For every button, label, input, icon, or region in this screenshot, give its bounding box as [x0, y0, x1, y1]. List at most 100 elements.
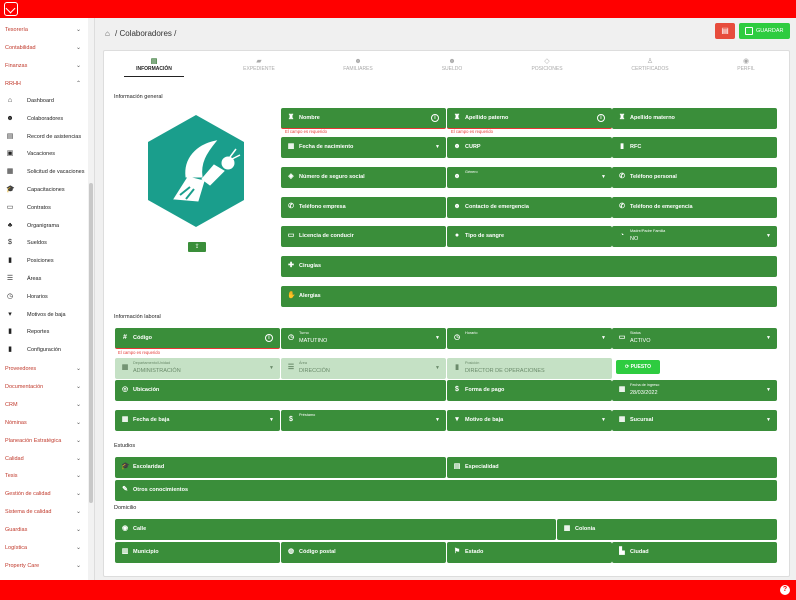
sidebar-item[interactable]: ☰ Áreas	[4, 272, 86, 286]
codigo-postal-field[interactable]: ◍ Código postal	[281, 542, 446, 563]
posicion-field[interactable]: ▮ Posición DIRECTOR DE OPERACIONES	[447, 358, 612, 379]
sidebar-group-bottom[interactable]: Proveedores ⌄	[5, 363, 85, 375]
sidebar-item[interactable]: 🎓 Capacitaciones	[4, 183, 86, 197]
sidebar-group-0[interactable]: Tesorería ⌄	[5, 24, 85, 36]
sidebar-group-bottom[interactable]: Planeación Estratégica ⌄	[5, 435, 85, 447]
upload-photo-button[interactable]: ⇪	[188, 242, 206, 252]
sidebar-item[interactable]: $ Sueldos	[4, 236, 86, 250]
chevron-down-icon: ▼	[766, 335, 771, 341]
madre-padre-select[interactable]: ◔ Madre/Padre Familia NO ▼	[612, 226, 777, 247]
sidebar-item[interactable]: ♣ Organigrama	[4, 219, 86, 233]
sidebar-group-bottom[interactable]: Guardias ⌄	[5, 524, 85, 536]
tab-0[interactable]: ▤ INFORMACIÓN	[124, 57, 184, 77]
curp-field[interactable]: ☻ CURP	[447, 137, 612, 158]
apellido-paterno-field[interactable]: ♜ Apellido paterno i	[447, 108, 612, 129]
field-label: Teléfono empresa	[299, 204, 346, 210]
contacto-emergencia-field[interactable]: ☻ Contacto de emergencia	[447, 197, 612, 218]
sidebar-item-label: Record de asistencias	[27, 133, 82, 140]
breadcrumb[interactable]: / Colaboradores /	[115, 29, 176, 38]
nss-field[interactable]: ◈ Número de seguro social	[281, 167, 446, 188]
section-estudios-title: Estudios	[114, 443, 136, 449]
home-icon[interactable]: ⌂	[105, 29, 110, 38]
motivo-baja-select[interactable]: ▾ Motivo de baja ▼	[447, 410, 612, 431]
sucursal-select[interactable]: ▦ Sucursal ▼	[612, 410, 777, 431]
cirugias-field[interactable]: ✚ Cirugías	[281, 256, 777, 277]
status-select[interactable]: ▭ Status ACTIVO ▼	[612, 328, 777, 349]
puesto-button[interactable]: ⟳ PUESTO	[616, 360, 660, 374]
sidebar-item[interactable]: ◷ Horarios	[4, 290, 86, 304]
app-logo-icon[interactable]	[4, 2, 18, 16]
pdf-button[interactable]: ▤	[715, 23, 735, 39]
sidebar-group-bottom[interactable]: CRM ⌄	[5, 399, 85, 411]
codigo-field[interactable]: # Código i	[115, 328, 280, 349]
tel-emergencia-field[interactable]: ✆ Teléfono de emergencia	[612, 197, 777, 218]
colonia-field[interactable]: ▦ Colonia	[557, 519, 777, 540]
field-label: Calle	[133, 526, 147, 532]
field-icon: ▾	[455, 416, 459, 423]
sidebar-item[interactable]: ▮ Posiciones	[4, 254, 86, 268]
tab-5[interactable]: ♙ CERTIFICADOS	[620, 57, 680, 77]
tab-2[interactable]: ☻ FAMILIARES	[328, 57, 388, 77]
help-icon[interactable]: ?	[780, 585, 790, 595]
sidebar-group-3[interactable]: RRHH ⌃	[5, 78, 85, 90]
sidebar-item[interactable]: ▭ Contratos	[4, 201, 86, 215]
rfc-field[interactable]: ▮ RFC	[612, 137, 777, 158]
sidebar-scroll-thumb[interactable]	[89, 183, 93, 503]
sidebar-item[interactable]: ▮ Configuración	[4, 343, 86, 357]
sidebar-group-bottom[interactable]: Sistema de calidad ⌄	[5, 506, 85, 518]
sidebar-group-bottom[interactable]: Logística ⌄	[5, 542, 85, 554]
sidebar-group-bottom[interactable]: Gestión de calidad ⌄	[5, 488, 85, 500]
fecha-nacimiento-field[interactable]: ▦ Fecha de nacimiento ▼	[281, 137, 446, 158]
sidebar-group-bottom[interactable]: Documentación ⌄	[5, 381, 85, 393]
chevron-up-icon: ⌃	[75, 81, 81, 87]
forma-pago-field[interactable]: $ Forma de pago	[447, 380, 612, 401]
field-icon: ✚	[288, 262, 294, 269]
sidebar-item[interactable]: ▤ Record de asistencias	[4, 130, 86, 144]
ciudad-field[interactable]: ▙ Ciudad	[612, 542, 777, 563]
sidebar-item-icon: ☻	[6, 114, 14, 122]
sidebar-group-bottom[interactable]: Property Care ⌄	[5, 560, 85, 572]
calle-field[interactable]: ◉ Calle	[115, 519, 556, 540]
field-caption: Género	[465, 170, 478, 174]
area-select[interactable]: ☰ Área DIRECCIÓN ▼	[281, 358, 446, 379]
sidebar-item[interactable]: ⌂ Dashboard	[4, 94, 86, 108]
tipo-sangre-field[interactable]: ● Tipo de sangre	[447, 226, 612, 247]
departamento-select[interactable]: ▦ Departamento/Unidad ADMINISTRACIÓN ▼	[115, 358, 280, 379]
apellido-materno-field[interactable]: ♜ Apellido materno	[612, 108, 777, 129]
genero-select[interactable]: ☻ Género ▼	[447, 167, 612, 188]
field-caption: Posición	[465, 361, 480, 365]
alergias-field[interactable]: ✋ Alergias	[281, 286, 777, 307]
tab-1[interactable]: ▰ EXPEDIENTE	[229, 57, 289, 77]
tel-personal-field[interactable]: ✆ Teléfono personal	[612, 167, 777, 188]
sidebar-group-bottom[interactable]: Tesis ⌄	[5, 470, 85, 482]
horario-select[interactable]: ◷ Horario ▼	[447, 328, 612, 349]
sidebar-item[interactable]: ▣ Vacaciones	[4, 147, 86, 161]
prestamo-select[interactable]: $ Préstamo ▼	[281, 410, 446, 431]
sidebar-group-bottom[interactable]: Nóminas ⌄	[5, 417, 85, 429]
fecha-ingreso-field[interactable]: ▦ Fecha de ingreso 28/03/2022 ▼	[612, 380, 777, 401]
licencia-field[interactable]: ▭ Licencia de conducir	[281, 226, 446, 247]
otros-conocimientos-field[interactable]: ✎ Otros conocimientos	[115, 480, 777, 501]
fecha-baja-field[interactable]: ▦ Fecha de baja ▼	[115, 410, 280, 431]
sidebar-item[interactable]: ▦ Solicitud de vacaciones	[4, 165, 86, 179]
especialidad-field[interactable]: ▤ Especialidad	[447, 457, 777, 478]
tab-3[interactable]: ☻ SUELDO	[422, 57, 482, 77]
sidebar-group-bottom[interactable]: Calidad ⌄	[5, 453, 85, 465]
tab-6[interactable]: ◉ PERFIL	[716, 57, 776, 77]
escolaridad-field[interactable]: 🎓 Escolaridad	[115, 457, 446, 478]
municipio-field[interactable]: ▥ Municipio	[115, 542, 280, 563]
sidebar-group-1[interactable]: Contabilidad ⌄	[5, 42, 85, 54]
sidebar-item[interactable]: ▾ Motivos de baja	[4, 308, 86, 322]
sidebar-group-2[interactable]: Finanzas ⌄	[5, 60, 85, 72]
profile-photo[interactable]	[144, 111, 249, 231]
sidebar-item[interactable]: ☻ Colaboradores	[4, 112, 86, 126]
turno-select[interactable]: ◷ Turno MATUTINO ▼	[281, 328, 446, 349]
ubicacion-field[interactable]: ◎ Ubicación	[115, 380, 446, 401]
field-caption: Madre/Padre Familia	[630, 229, 666, 233]
tab-4[interactable]: ◇ POSICIONES	[517, 57, 577, 77]
save-button[interactable]: GUARDAR	[739, 23, 790, 39]
sidebar-item[interactable]: ▮ Reportes	[4, 325, 86, 339]
nombre-field[interactable]: ♜ Nombre i	[281, 108, 446, 129]
tel-empresa-field[interactable]: ✆ Teléfono empresa	[281, 197, 446, 218]
estado-field[interactable]: ⚑ Estado	[447, 542, 612, 563]
